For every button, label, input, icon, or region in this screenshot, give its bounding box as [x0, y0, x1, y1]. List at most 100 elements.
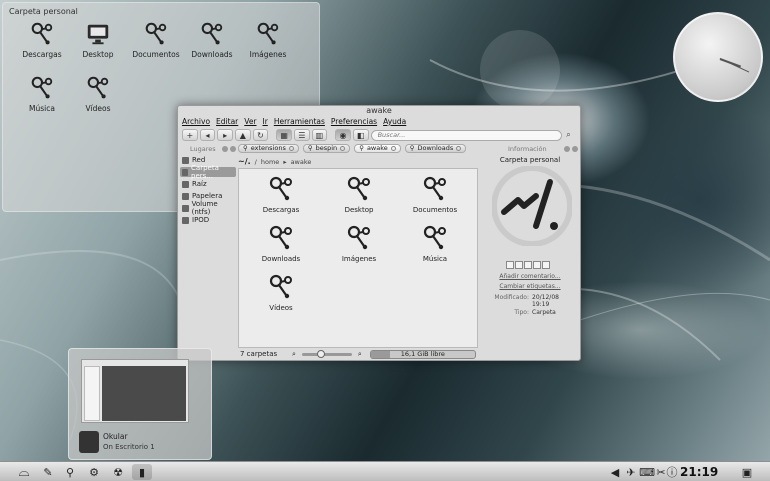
tab-downloads[interactable]: ⚲ Downloads: [404, 144, 467, 153]
breadcrumb-arrow-icon: ▸: [283, 157, 287, 166]
places-panel: Red Carpeta pers... Raíz Papelera Volume…: [180, 144, 236, 360]
breadcrumb-root[interactable]: /: [255, 158, 257, 166]
file-item-descargas[interactable]: Descargas: [249, 175, 313, 214]
file-view[interactable]: Descargas Desktop Documentos Downloads I…: [238, 168, 478, 348]
link-folder-icon: [421, 224, 449, 252]
analog-clock-widget[interactable]: [673, 12, 763, 102]
tab-folder-icon: ⚲: [243, 144, 248, 152]
desktop-folder-imagenes[interactable]: Imágenes: [241, 21, 295, 59]
preview-toggle-button[interactable]: ◉: [335, 129, 351, 141]
kde-launcher-icon[interactable]: ⌓: [14, 464, 34, 480]
panel-clock[interactable]: 21:19: [680, 464, 718, 480]
rating-stars[interactable]: [506, 261, 550, 269]
link-folder-icon: [29, 75, 55, 101]
star-icon[interactable]: [524, 261, 532, 269]
file-item-imagenes[interactable]: Imágenes: [327, 224, 391, 263]
forward-button[interactable]: ▸: [217, 129, 234, 141]
desktop-folder-downloads[interactable]: Downloads: [185, 21, 239, 59]
plus-icon: +: [186, 130, 194, 140]
menu-ir[interactable]: Ir: [263, 116, 268, 127]
breadcrumb-home[interactable]: ~/.: [238, 157, 251, 166]
trash-icon: [182, 192, 189, 200]
add-comment-link[interactable]: Añadir comentario...: [482, 273, 578, 280]
menu-herramientas[interactable]: Herramientas: [274, 116, 325, 127]
menu-editar[interactable]: Editar: [216, 116, 238, 127]
window-title[interactable]: awake: [178, 106, 580, 116]
taskbar-task-4[interactable]: ☢: [108, 464, 128, 480]
place-volume[interactable]: Volume (ntfs): [180, 200, 236, 216]
back-arrow-icon: ◂: [205, 130, 210, 140]
tab-close-icon[interactable]: [340, 146, 346, 151]
search-input[interactable]: [370, 129, 563, 141]
search-icon[interactable]: ⌕: [566, 130, 576, 140]
volume-icon[interactable]: ◀: [608, 464, 622, 480]
zoom-slider-knob[interactable]: [316, 349, 325, 358]
change-tags-link[interactable]: Cambiar etiquetas...: [482, 283, 578, 290]
menu-ver[interactable]: Ver: [244, 116, 256, 127]
tab-close-icon[interactable]: [390, 146, 396, 151]
desktop-folder-videos[interactable]: Vídeos: [71, 75, 125, 113]
network-tray-icon[interactable]: ✈: [624, 464, 638, 480]
columns-view-button[interactable]: ▥: [311, 129, 328, 141]
file-item-desktop[interactable]: Desktop: [327, 175, 391, 214]
tab-close-icon[interactable]: [288, 146, 294, 151]
zoom-in-icon[interactable]: ⌕: [358, 350, 362, 359]
columns-icon: ▥: [315, 130, 324, 140]
desktop-folder-musica[interactable]: Música: [15, 75, 69, 113]
icons-view-button[interactable]: ▦: [276, 129, 292, 141]
star-icon[interactable]: [533, 261, 541, 269]
taskbar-task-1[interactable]: ✎: [38, 464, 58, 480]
menu-archivo[interactable]: Archivo: [182, 116, 210, 127]
place-home[interactable]: Carpeta pers...: [180, 164, 236, 180]
file-manager-window: awake Archivo Editar Ver Ir Herramientas…: [177, 105, 581, 361]
info-modified-row: Modificado: 20/12/08 19:19: [494, 294, 559, 308]
info-tray-icon[interactable]: ⓘ: [666, 464, 678, 480]
file-item-musica[interactable]: Música: [403, 224, 467, 263]
tab-folder-icon: ⚲: [359, 144, 364, 152]
keyboard-tray-icon[interactable]: ⌨: [639, 464, 655, 480]
window-thumbnail[interactable]: [81, 359, 189, 423]
task-preview-tooltip: Okular On Escritorio 1: [68, 348, 212, 460]
zoom-out-icon[interactable]: ⌕: [292, 350, 296, 359]
tab-close-icon[interactable]: [456, 146, 462, 151]
star-icon[interactable]: [506, 261, 514, 269]
up-button[interactable]: ▲: [235, 129, 251, 141]
desktop-toggle-icon[interactable]: ▣: [738, 464, 756, 480]
desktop-folder-desktop[interactable]: Desktop: [71, 21, 125, 59]
tab-extensions[interactable]: ⚲ extensions: [238, 144, 299, 153]
back-button[interactable]: ◂: [199, 129, 216, 141]
reload-button[interactable]: ↻: [252, 129, 269, 141]
link-folder-icon: [345, 175, 373, 203]
star-icon[interactable]: [542, 261, 550, 269]
tab-bespin[interactable]: ⚲ bespin: [302, 144, 351, 153]
folder-view-title: Carpeta personal: [9, 7, 78, 16]
file-item-videos[interactable]: Vídeos: [249, 273, 313, 312]
link-folder-icon: [267, 273, 295, 301]
desktop-folder-documentos[interactable]: Documentos: [129, 21, 183, 59]
taskbar-task-3[interactable]: ⚙: [84, 464, 104, 480]
taskbar-panel: ⌓ ✎ ⚲ ⚙ ☢ ▮ ◀ ✈ ⌨ ✂ ⓘ 21:19 ▣: [0, 461, 770, 481]
menu-ayuda[interactable]: Ayuda: [383, 116, 406, 127]
tab-folder-icon: ⚲: [409, 144, 415, 152]
split-view-button[interactable]: ◧: [352, 129, 369, 141]
link-folder-icon: [267, 224, 295, 252]
tab-awake[interactable]: ⚲ awake: [354, 144, 401, 153]
link-folder-icon: [421, 175, 449, 203]
details-view-button[interactable]: ☰: [293, 129, 310, 141]
file-item-downloads[interactable]: Downloads: [249, 224, 313, 263]
place-ipod[interactable]: IPOD: [180, 215, 236, 225]
desktop-folder-descargas[interactable]: Descargas: [15, 21, 69, 59]
place-root[interactable]: Raíz: [180, 179, 236, 189]
zoom-slider[interactable]: [301, 349, 352, 358]
taskbar-task-okular[interactable]: ▮: [132, 464, 152, 480]
up-icon: ▲: [239, 130, 246, 140]
new-tab-button[interactable]: +: [182, 129, 198, 141]
breadcrumb-awake[interactable]: awake: [291, 158, 312, 166]
file-item-documentos[interactable]: Documentos: [403, 175, 467, 214]
breadcrumb-home-dir[interactable]: home: [261, 158, 279, 166]
task-name: Okular: [103, 432, 128, 441]
menu-preferencias[interactable]: Preferencias: [331, 116, 377, 127]
taskbar-task-2[interactable]: ⚲: [60, 464, 80, 480]
split-icon: ◧: [356, 130, 365, 140]
star-icon[interactable]: [515, 261, 523, 269]
